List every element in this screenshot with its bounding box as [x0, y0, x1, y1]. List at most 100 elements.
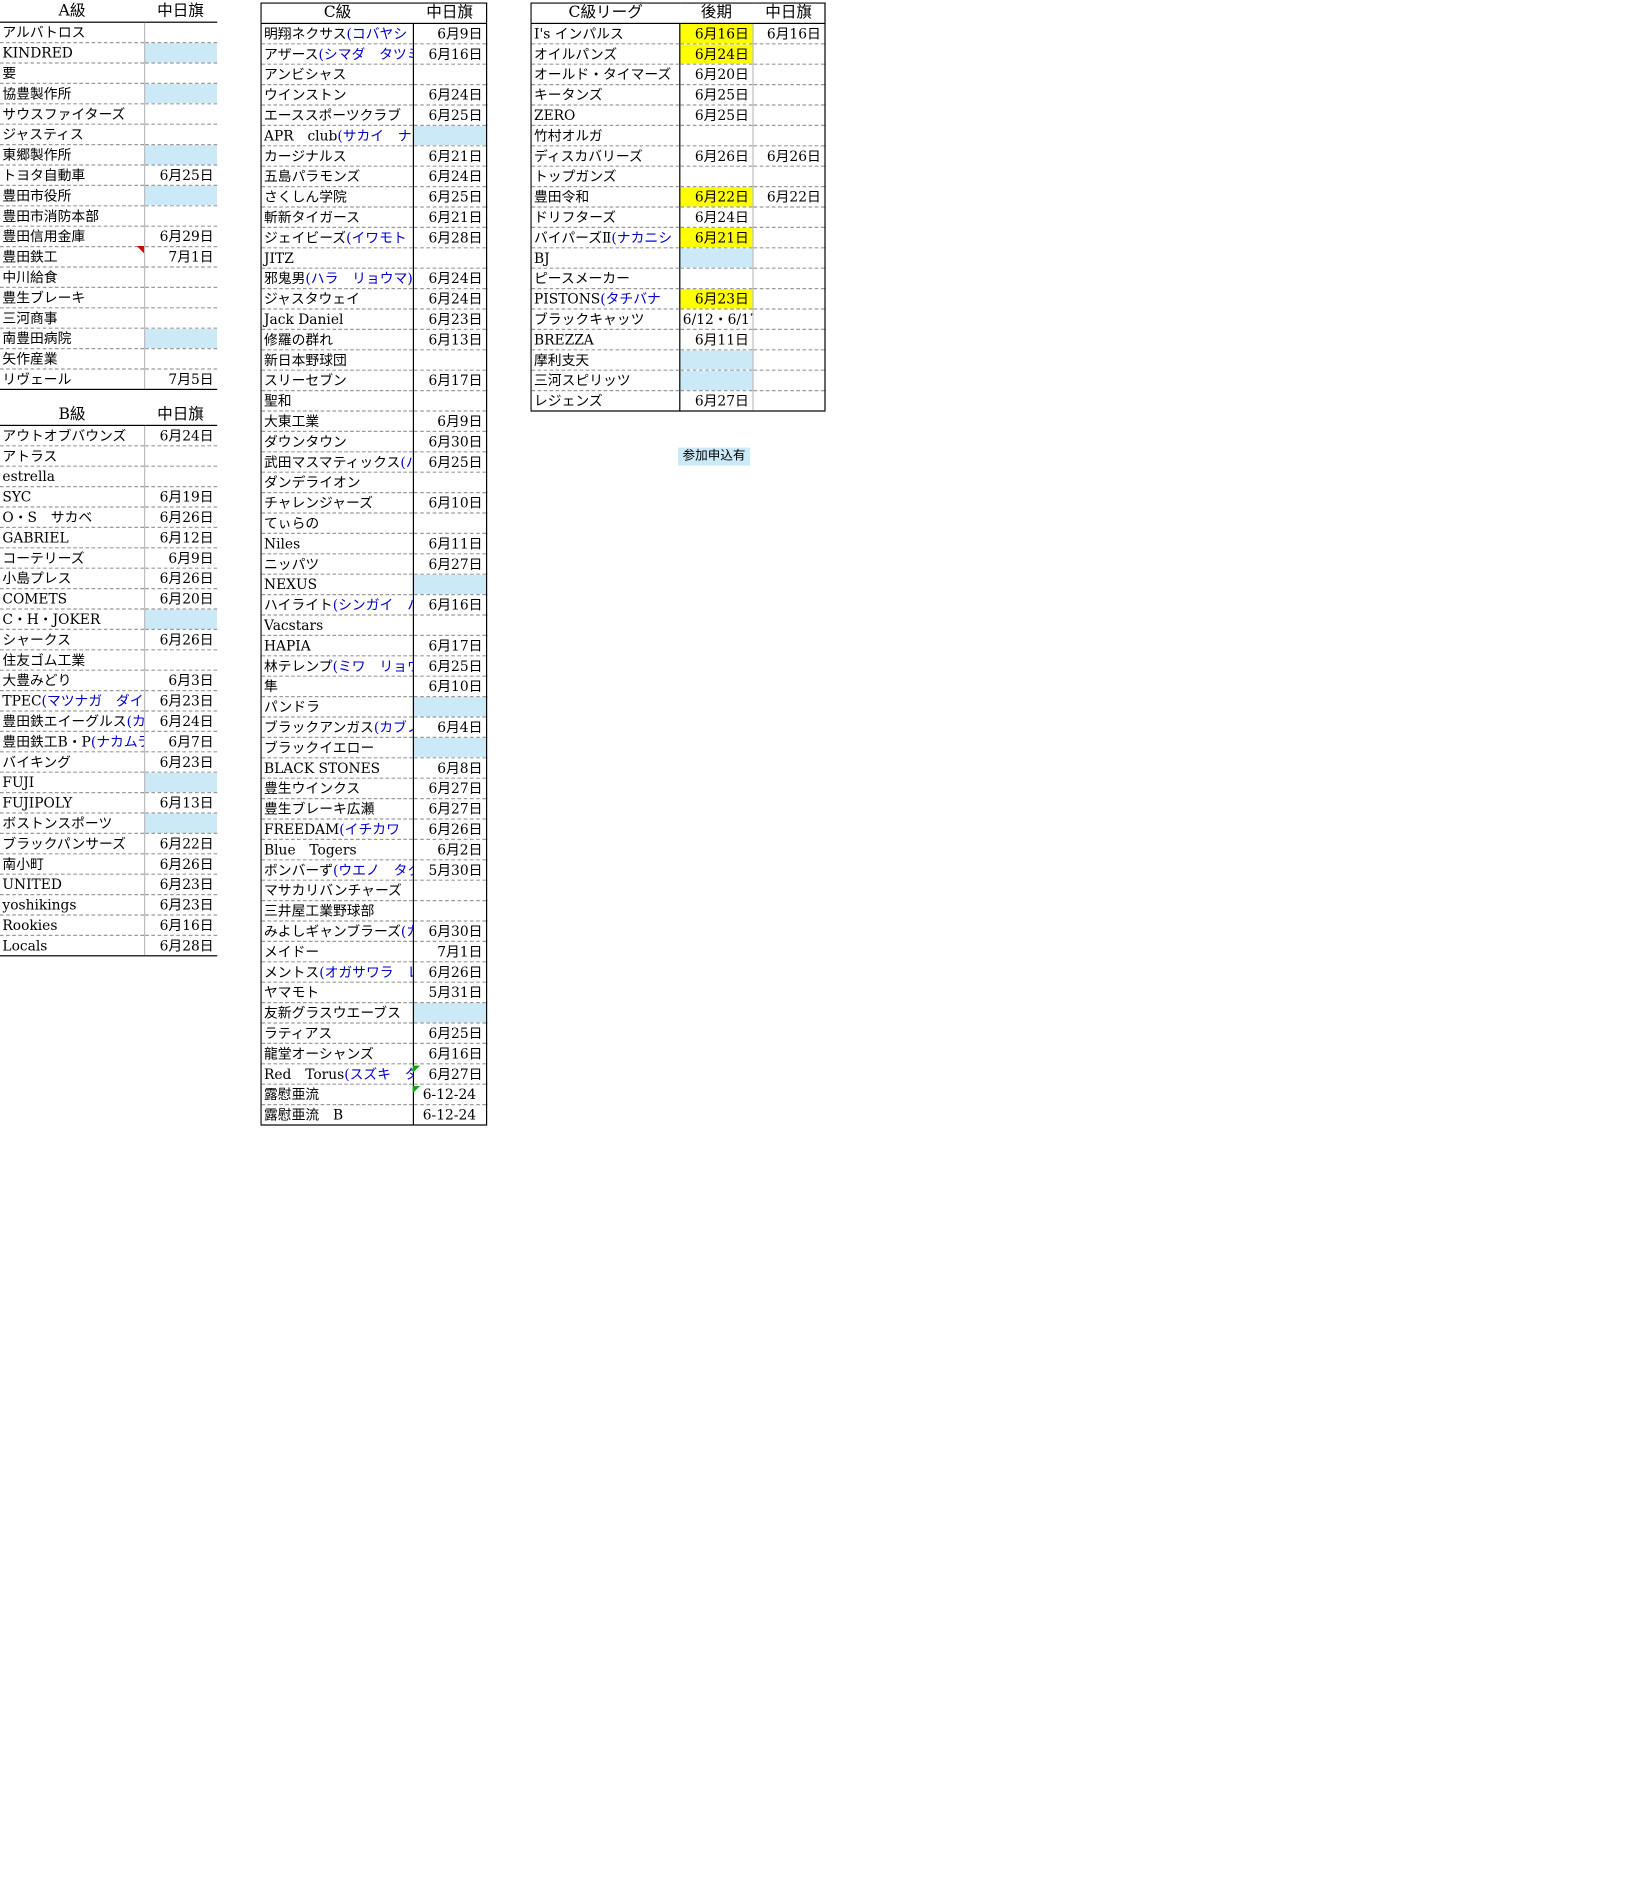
flag-date-cell[interactable]: 6月11日 [412, 533, 487, 555]
flag-date-cell[interactable] [143, 267, 218, 289]
second-half-date-cell[interactable] [679, 166, 753, 188]
flag-date-cell[interactable]: 6月16日 [412, 1043, 487, 1065]
team-name-cell[interactable]: スリーセブン [261, 370, 415, 392]
second-half-date-cell[interactable]: 6月22日 [679, 186, 753, 208]
team-name-cell[interactable]: メントス(オガサワラ レン) [261, 961, 415, 983]
team-name-cell[interactable]: 邪鬼男(ハラ リョウマ) [261, 268, 415, 290]
flag-date-cell[interactable]: 6月4日 [412, 717, 487, 739]
flag-date-cell[interactable] [752, 105, 826, 127]
flag-date-cell[interactable]: 6月16日 [143, 915, 218, 937]
flag-date-cell[interactable]: 6月26日 [412, 961, 487, 983]
team-name-cell[interactable]: オイルパンズ [531, 43, 681, 65]
team-name-cell[interactable]: アウトオブバウンズ [0, 425, 144, 447]
team-name-cell[interactable]: 新日本野球団 [261, 349, 415, 371]
team-name-cell[interactable]: トヨタ自動車 [0, 165, 144, 187]
flag-date-cell[interactable]: 6月3日 [143, 670, 218, 692]
flag-date-cell[interactable]: 6月24日 [412, 268, 487, 290]
team-name-cell[interactable]: ウインストン [261, 84, 415, 106]
team-name-cell[interactable]: 矢作産業 [0, 348, 144, 370]
team-name-cell[interactable]: ダンデライオン [261, 472, 415, 494]
second-half-date-cell[interactable] [679, 349, 753, 371]
flag-date-cell[interactable]: 6月30日 [412, 431, 487, 453]
flag-date-cell[interactable]: 6月10日 [412, 492, 487, 514]
flag-date-cell[interactable]: 6月23日 [143, 894, 218, 916]
team-name-cell[interactable]: KINDRED [0, 42, 144, 64]
flag-date-cell[interactable]: 6月26日 [143, 854, 218, 876]
flag-date-cell[interactable] [143, 609, 218, 631]
team-name-cell[interactable]: FREEDAM(イチカワ ユ [261, 819, 415, 841]
team-name-cell[interactable]: 五島パラモンズ [261, 166, 415, 188]
flag-date-cell[interactable] [752, 207, 826, 229]
team-name-cell[interactable]: ボストンスポーツ [0, 813, 144, 835]
team-name-cell[interactable]: みよしギャンブラーズ(カ [261, 921, 415, 943]
flag-date-cell[interactable] [412, 615, 487, 637]
team-name-cell[interactable]: ピースメーカー [531, 268, 681, 290]
comment-indicator[interactable] [136, 246, 144, 254]
flag-date-cell[interactable] [752, 329, 826, 351]
flag-date-cell[interactable]: 6月23日 [143, 752, 218, 774]
flag-date-cell[interactable] [752, 166, 826, 188]
team-name-cell[interactable]: 摩利支天 [531, 349, 681, 371]
flag-date-cell[interactable] [752, 288, 826, 310]
second-half-date-cell[interactable]: 6月26日 [679, 145, 753, 167]
team-name-cell[interactable]: 隼 [261, 676, 415, 698]
flag-date-cell[interactable] [752, 349, 826, 371]
flag-date-cell[interactable]: 6月22日 [143, 833, 218, 855]
team-name-cell[interactable]: 斬新タイガース [261, 207, 415, 229]
team-name-cell[interactable]: アルバトロス [0, 22, 144, 44]
flag-date-cell[interactable] [143, 144, 218, 166]
flag-date-cell[interactable]: 6月8日 [412, 757, 487, 779]
flag-date-cell[interactable]: 6月19日 [143, 486, 218, 508]
flag-date-cell[interactable] [752, 309, 826, 331]
team-name-cell[interactable]: 三井屋工業野球部 [261, 900, 415, 922]
flag-date-cell[interactable] [412, 349, 487, 371]
flag-date-cell[interactable]: 6月27日 [412, 778, 487, 800]
flag-date-cell[interactable]: 6月23日 [143, 874, 218, 896]
flag-date-cell[interactable] [143, 328, 218, 350]
team-name-cell[interactable]: ディスカバリーズ [531, 145, 681, 167]
team-name-cell[interactable]: NEXUS [261, 574, 415, 596]
team-name-cell[interactable]: 南小町 [0, 854, 144, 876]
team-name-cell[interactable]: 龍堂オーシャンズ [261, 1043, 415, 1065]
flag-date-cell[interactable] [143, 42, 218, 64]
flag-date-cell[interactable] [412, 1002, 487, 1024]
flag-date-cell[interactable]: 6月16日 [412, 43, 487, 65]
flag-date-cell[interactable]: 6月10日 [412, 676, 487, 698]
team-name-cell[interactable]: 林テレンプ(ミワ リョウヤ) [261, 655, 415, 677]
second-half-date-cell[interactable]: 6月25日 [679, 105, 753, 127]
team-name-cell[interactable]: 三河スピリッツ [531, 370, 681, 392]
flag-date-cell[interactable]: 6-12-24 [412, 1104, 487, 1126]
flag-date-cell[interactable]: 6月26日 [143, 568, 218, 590]
team-name-cell[interactable]: トップガンズ [531, 166, 681, 188]
team-name-cell[interactable]: アンビシャス [261, 64, 415, 86]
team-name-cell[interactable]: HAPIA [261, 635, 415, 657]
flag-date-cell[interactable] [412, 737, 487, 759]
flag-date-cell[interactable] [412, 513, 487, 535]
flag-date-cell[interactable] [143, 124, 218, 146]
team-name-cell[interactable]: Jack Daniel [261, 309, 415, 331]
flag-date-cell[interactable] [143, 22, 218, 44]
flag-date-cell[interactable]: 5月31日 [412, 982, 487, 1004]
flag-date-cell[interactable]: 6月9日 [143, 548, 218, 570]
flag-date-cell[interactable] [143, 287, 218, 309]
flag-date-cell[interactable]: 6月25日 [412, 451, 487, 473]
flag-date-cell[interactable]: 6月17日 [412, 635, 487, 657]
team-name-cell[interactable]: BLACK STONES [261, 757, 415, 779]
flag-date-cell[interactable] [143, 206, 218, 228]
team-name-cell[interactable]: 協豊製作所 [0, 83, 144, 105]
flag-date-cell[interactable]: 6月17日 [412, 370, 487, 392]
team-name-cell[interactable]: Niles [261, 533, 415, 555]
team-name-cell[interactable]: BREZZA [531, 329, 681, 351]
flag-date-cell[interactable] [143, 466, 218, 488]
team-name-cell[interactable]: C・H・JOKER [0, 609, 144, 631]
team-name-cell[interactable]: TPEC(マツナガ ダイキ) [0, 690, 144, 712]
flag-date-cell[interactable] [752, 125, 826, 147]
second-half-date-cell[interactable]: 6月24日 [679, 43, 753, 65]
flag-date-cell[interactable]: 7月1日 [412, 941, 487, 963]
flag-date-cell[interactable]: 7月1日 [143, 246, 218, 268]
flag-date-cell[interactable] [412, 696, 487, 718]
team-name-cell[interactable]: ハイライト(シンガイ ハヤト [261, 594, 415, 616]
flag-date-cell[interactable]: 6月26日 [412, 819, 487, 841]
flag-date-cell[interactable]: 6月20日 [143, 588, 218, 610]
team-name-cell[interactable]: カージナルス [261, 145, 415, 167]
